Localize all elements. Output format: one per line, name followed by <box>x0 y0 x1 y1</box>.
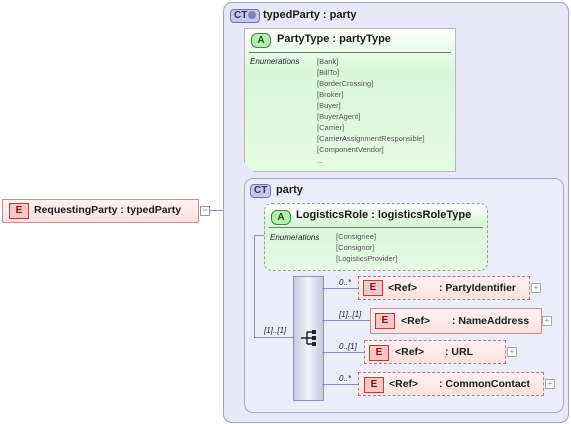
enumerations-label: Enumerations <box>250 57 300 66</box>
element-name: : NameAddress <box>452 315 530 327</box>
enumeration-item: [LogisticsProvider] <box>336 254 398 263</box>
divider <box>269 227 483 228</box>
connector-line <box>322 288 358 289</box>
attribute-title: LogisticsRole : logisticsRoleType <box>296 209 472 221</box>
ref-label: <Ref> <box>389 378 419 390</box>
child-cardinality: 0..* <box>339 374 352 383</box>
divider <box>249 52 451 53</box>
name-address-element[interactable]: E <Ref> : NameAddress <box>370 308 542 334</box>
enumeration-item: [ComponentVendor] <box>317 145 384 154</box>
child-cardinality: 0..* <box>339 278 352 287</box>
sequence-icon <box>301 330 316 346</box>
logistics-role-attribute[interactable]: A LogisticsRole : logisticsRoleType Enum… <box>264 203 488 271</box>
enumeration-item: ... <box>317 156 324 165</box>
connector-line <box>322 352 364 353</box>
child-cardinality: 0..[1] <box>339 342 357 351</box>
enumeration-item: [Consignee] <box>336 232 377 241</box>
complex-type-icon: CT <box>250 184 272 198</box>
ref-label: <Ref> <box>395 346 425 358</box>
connector-line <box>322 320 370 321</box>
sequence-cardinality: [1]..[1] <box>264 326 287 335</box>
sequence-compositor[interactable] <box>293 276 324 401</box>
connector-line <box>254 337 293 338</box>
ref-label: <Ref> <box>401 315 431 327</box>
complex-type-title: party <box>276 184 303 196</box>
collapse-toggle[interactable]: − <box>200 206 210 216</box>
expand-toggle[interactable]: + <box>542 316 552 326</box>
requesting-party-element[interactable]: E RequestingParty : typedParty <box>2 199 199 223</box>
ref-label: <Ref> <box>388 282 418 294</box>
element-label: RequestingParty : typedParty <box>34 204 182 216</box>
attribute-icon: A <box>271 210 291 225</box>
expand-toggle[interactable]: + <box>545 379 555 389</box>
url-element[interactable]: E <Ref> : URL <box>364 340 506 364</box>
enumeration-list: [Consignee] [Consignor] [LogisticsProvid… <box>336 231 397 264</box>
connector-line <box>322 384 358 385</box>
child-cardinality: [1]..[1] <box>339 310 362 319</box>
enumeration-item: [Broker] <box>317 90 344 99</box>
enumeration-item: [Carrier] <box>317 123 345 132</box>
element-icon: E <box>363 280 383 296</box>
element-name: : URL <box>445 346 473 358</box>
party-identifier-element[interactable]: E <Ref> : PartyIdentifier <box>358 276 530 300</box>
expand-toggle[interactable]: + <box>531 283 541 293</box>
complex-type-icon: CT <box>230 9 261 23</box>
element-icon: E <box>9 203 29 219</box>
common-contact-element[interactable]: E <Ref> : CommonContact <box>358 372 544 396</box>
enumeration-item: [BillTo] <box>317 68 340 77</box>
party-type-attribute[interactable]: A PartyType : partyType Enumerations [Ba… <box>244 28 456 172</box>
attribute-icon: A <box>251 33 271 48</box>
expand-toggle[interactable]: + <box>507 347 517 357</box>
enumeration-item: [CarrierAssignmentResponsible] <box>317 134 425 143</box>
enumeration-item: [Bank] <box>317 57 339 66</box>
enumeration-item: [BuyerAgent] <box>317 112 361 121</box>
element-icon: E <box>369 345 389 361</box>
enumeration-item: [BorderCrossing] <box>317 79 374 88</box>
plus-glyph-icon <box>248 11 257 19</box>
connector-line <box>254 235 264 236</box>
enumeration-list: [Bank] [BillTo] [BorderCrossing] [Broker… <box>317 56 425 166</box>
attribute-title: PartyType : partyType <box>277 33 391 45</box>
element-icon: E <box>364 377 384 393</box>
complex-type-title: typedParty : party <box>263 9 357 21</box>
connector-line <box>254 235 255 337</box>
enumerations-label: Enumerations <box>270 233 320 242</box>
element-name: : CommonContact <box>439 378 530 390</box>
enumeration-item: [Consignor] <box>336 243 375 252</box>
enumeration-item: [Buyer] <box>317 101 341 110</box>
element-icon: E <box>375 313 395 329</box>
element-name: : PartyIdentifier <box>439 282 517 294</box>
